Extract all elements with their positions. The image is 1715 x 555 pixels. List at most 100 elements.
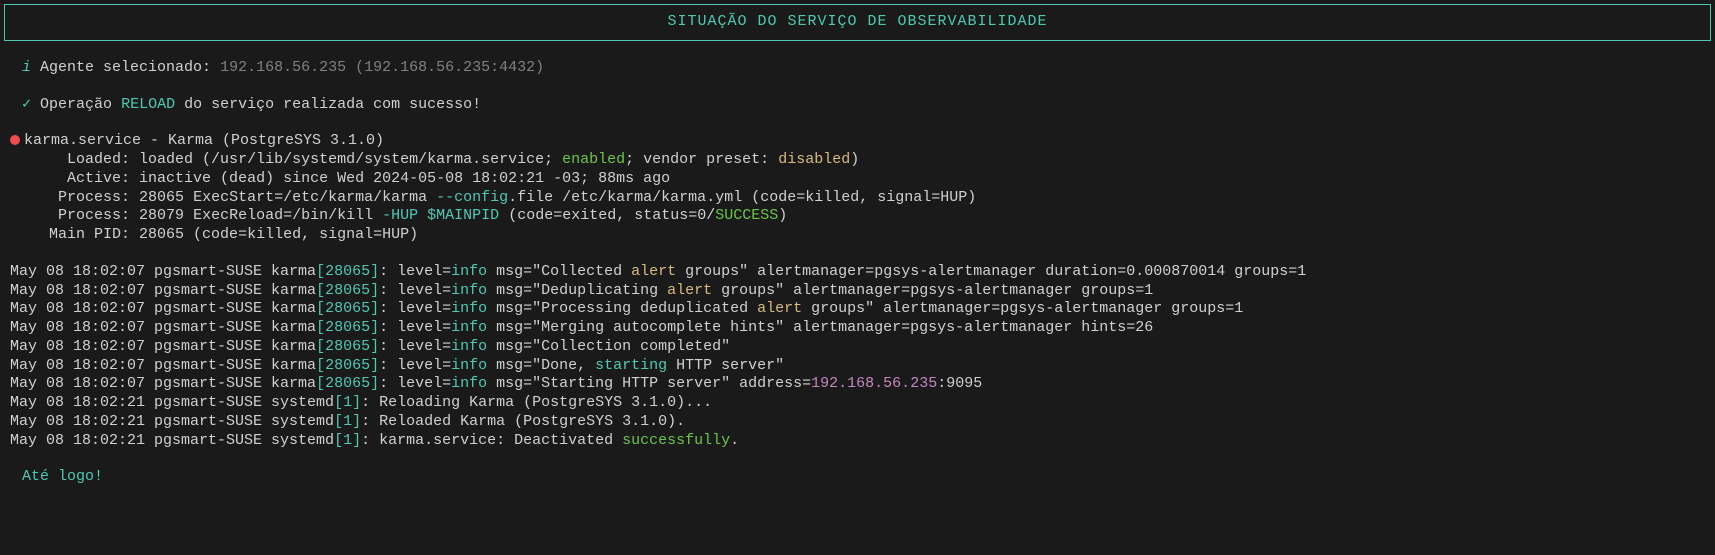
- log-pid: [1]: [334, 413, 361, 430]
- log-ts: May 08 18:02:21 pgsmart-SUSE systemd: [10, 394, 334, 411]
- log-ts: May 08 18:02:07 pgsmart-SUSE karma: [10, 357, 316, 374]
- log-pre: : karma.service: Deactivated: [361, 432, 622, 449]
- log-line: May 08 18:02:07 pgsmart-SUSE karma[28065…: [10, 263, 1711, 282]
- proc1-pid: 28065: [139, 189, 184, 206]
- info-icon: i: [22, 59, 31, 76]
- mainpid-line: Main PID: 28065 (code=killed, signal=HUP…: [40, 226, 1711, 245]
- log-pid: [28065]: [316, 300, 379, 317]
- log-ts: May 08 18:02:21 pgsmart-SUSE systemd: [10, 432, 334, 449]
- log-line: May 08 18:02:07 pgsmart-SUSE karma[28065…: [10, 357, 1711, 376]
- loaded-label: Loaded:: [67, 151, 130, 168]
- log-pid: [1]: [334, 394, 361, 411]
- log-line: May 08 18:02:21 pgsmart-SUSE systemd[1]:…: [10, 432, 1711, 451]
- log-mid: msg="Processing deduplicated: [487, 300, 757, 317]
- proc2-pid: 28079: [139, 207, 184, 224]
- log-mid: msg="Collection completed": [487, 338, 730, 355]
- bye-text: Até logo!: [22, 468, 103, 485]
- agent-value: 192.168.56.235 (192.168.56.235:4432): [220, 59, 544, 76]
- log-line: May 08 18:02:07 pgsmart-SUSE karma[28065…: [10, 375, 1711, 394]
- proc1-label: Process:: [58, 189, 130, 206]
- log-pre: : level=: [379, 282, 451, 299]
- log-ts: May 08 18:02:21 pgsmart-SUSE systemd: [10, 413, 334, 430]
- log-ts: May 08 18:02:07 pgsmart-SUSE karma: [10, 300, 316, 317]
- log-level: info: [451, 375, 487, 392]
- log-line: May 08 18:02:21 pgsmart-SUSE systemd[1]:…: [10, 394, 1711, 413]
- log-ts: May 08 18:02:07 pgsmart-SUSE karma: [10, 263, 316, 280]
- log-line: May 08 18:02:07 pgsmart-SUSE karma[28065…: [10, 319, 1711, 338]
- log-pre: : level=: [379, 300, 451, 317]
- active-state: inactive (dead): [139, 170, 274, 187]
- log-pid: [1]: [334, 432, 361, 449]
- log-pre: : level=: [379, 319, 451, 336]
- active-label: Active:: [67, 170, 130, 187]
- log-pid: [28065]: [316, 282, 379, 299]
- log-mid: msg="Collected: [487, 263, 631, 280]
- log-post: groups" alertmanager=pgsys-alertmanager …: [712, 282, 1153, 299]
- log-pid: [28065]: [316, 375, 379, 392]
- mainpid-value: 28065 (code=killed, signal=HUP): [139, 226, 418, 243]
- log-level: info: [451, 300, 487, 317]
- proc2-p3: ): [778, 207, 787, 224]
- log-line: May 08 18:02:21 pgsmart-SUSE systemd[1]:…: [10, 413, 1711, 432]
- agent-label: Agente selecionado:: [40, 59, 211, 76]
- mainpid-label: Main PID:: [49, 226, 130, 243]
- log-post: groups" alertmanager=pgsys-alertmanager …: [676, 263, 1306, 280]
- log-block: May 08 18:02:07 pgsmart-SUSE karma[28065…: [10, 263, 1711, 451]
- log-pre: : Reloading Karma (PostgreSYS 3.1.0)...: [361, 394, 712, 411]
- agent-line: i Agente selecionado: 192.168.56.235 (19…: [22, 59, 1711, 78]
- loaded-p1: loaded (/usr/lib/systemd/system/karma.se…: [139, 151, 553, 168]
- proc2-var: $MAINPID: [427, 207, 499, 224]
- loaded-p2: ; vendor preset:: [625, 151, 769, 168]
- service-status: karma.service - Karma (PostgreSYS 3.1.0)…: [10, 132, 1711, 245]
- process2-line: Process: 28079 ExecReload=/bin/kill -HUP…: [40, 207, 1711, 226]
- log-level: info: [451, 338, 487, 355]
- status-dot-icon: [10, 135, 20, 145]
- log-pre: : level=: [379, 338, 451, 355]
- log-pre: : level=: [379, 263, 451, 280]
- proc1-p2: .file /etc/karma/karma.yml: [508, 189, 742, 206]
- log-pre: : Reloaded Karma (PostgreSYS 3.1.0).: [361, 413, 685, 430]
- log-pid: [28065]: [316, 357, 379, 374]
- proc2-p1: ExecReload=/bin/kill: [193, 207, 373, 224]
- active-since: since Wed 2024-05-08 18:02:21 -03; 88ms …: [283, 170, 670, 187]
- log-addr: 192.168.56.235: [811, 375, 937, 392]
- log-ts: May 08 18:02:07 pgsmart-SUSE karma: [10, 375, 316, 392]
- loaded-p3: ): [850, 151, 859, 168]
- active-line: Active: inactive (dead) since Wed 2024-0…: [40, 170, 1711, 189]
- check-icon: ✓: [22, 96, 31, 113]
- log-mid: msg="Merging autocomplete hints" alertma…: [487, 319, 1153, 336]
- operation-line: ✓ Operação RELOAD do serviço realizada c…: [22, 96, 1711, 115]
- log-kw: alert: [631, 263, 676, 280]
- log-level: info: [451, 282, 487, 299]
- log-mid: msg="Done,: [487, 357, 595, 374]
- proc2-label: Process:: [58, 207, 130, 224]
- process1-line: Process: 28065 ExecStart=/etc/karma/karm…: [40, 189, 1711, 208]
- farewell: Até logo!: [22, 468, 1711, 487]
- log-kw: successfully: [622, 432, 730, 449]
- proc1-flag: --config: [436, 189, 508, 206]
- log-kw: alert: [757, 300, 802, 317]
- log-pid: [28065]: [316, 319, 379, 336]
- log-mid: msg="Deduplicating: [487, 282, 667, 299]
- loaded-disabled: disabled: [778, 151, 850, 168]
- proc2-p2: (code=exited, status=0/: [508, 207, 715, 224]
- loaded-enabled: enabled: [562, 151, 625, 168]
- log-pre: : level=: [379, 375, 451, 392]
- proc2-flag: -HUP: [382, 207, 418, 224]
- page-title: SITUAÇÃO DO SERVIÇO DE OBSERVABILIDADE: [667, 13, 1047, 30]
- loaded-line: Loaded: loaded (/usr/lib/systemd/system/…: [40, 151, 1711, 170]
- op-prefix: Operação: [40, 96, 112, 113]
- log-ts: May 08 18:02:07 pgsmart-SUSE karma: [10, 338, 316, 355]
- op-action: RELOAD: [121, 96, 175, 113]
- log-line: May 08 18:02:07 pgsmart-SUSE karma[28065…: [10, 338, 1711, 357]
- log-post: :9095: [937, 375, 982, 392]
- log-level: info: [451, 357, 487, 374]
- log-line: May 08 18:02:07 pgsmart-SUSE karma[28065…: [10, 282, 1711, 301]
- log-ts: May 08 18:02:07 pgsmart-SUSE karma: [10, 319, 316, 336]
- proc1-result: (code=killed, signal=HUP): [751, 189, 976, 206]
- header-box: SITUAÇÃO DO SERVIÇO DE OBSERVABILIDADE: [4, 4, 1711, 41]
- log-line: May 08 18:02:07 pgsmart-SUSE karma[28065…: [10, 300, 1711, 319]
- log-level: info: [451, 319, 487, 336]
- service-title: karma.service - Karma (PostgreSYS 3.1.0): [24, 132, 384, 149]
- log-level: info: [451, 263, 487, 280]
